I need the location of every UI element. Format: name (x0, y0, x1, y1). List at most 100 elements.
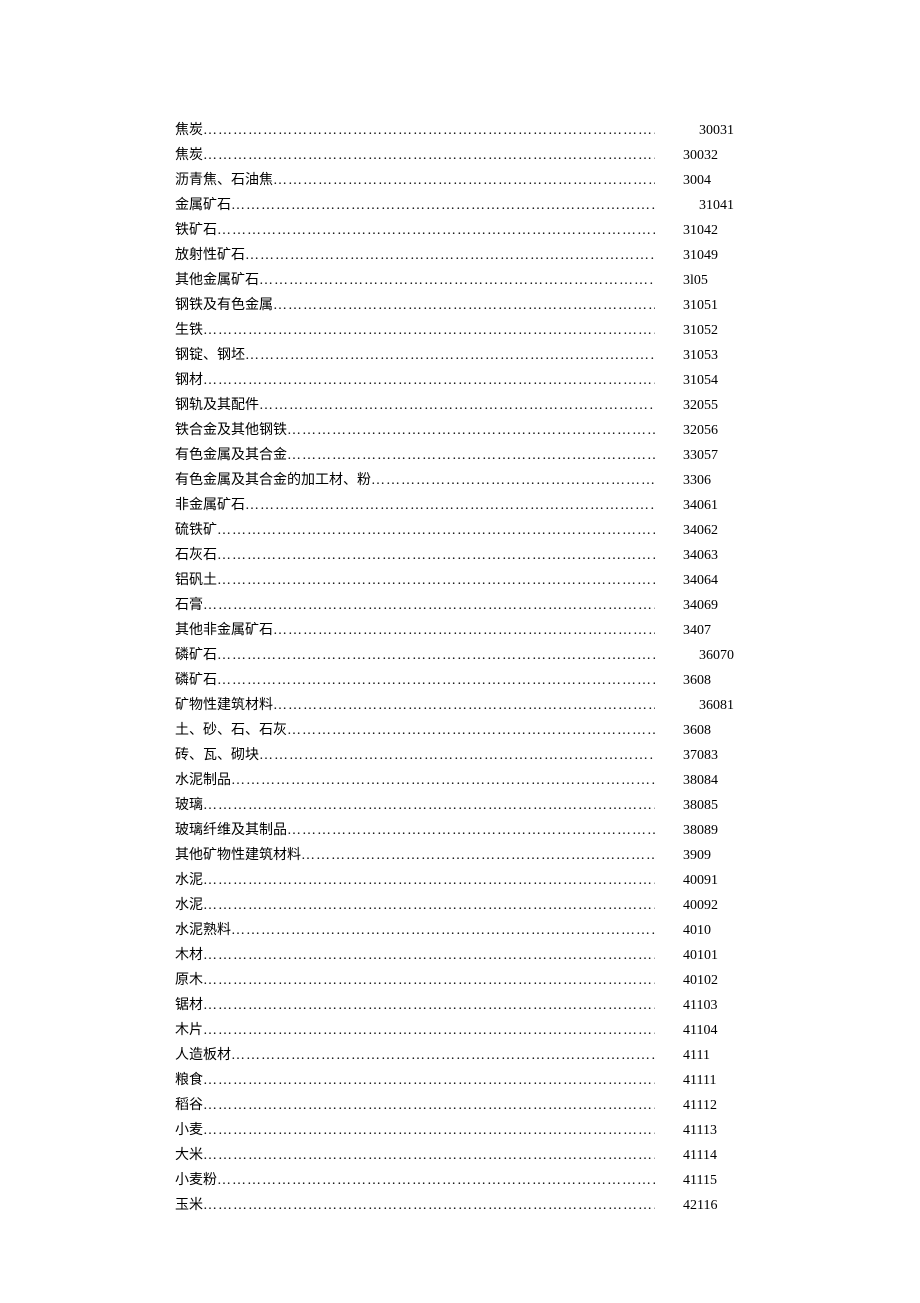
toc-dots (259, 743, 655, 768)
toc-code: 40091 (655, 868, 745, 893)
toc-label: 焦炭 (175, 118, 203, 143)
toc-label: 石膏 (175, 593, 203, 618)
toc-code: 40101 (655, 943, 745, 968)
toc-row: 水泥熟料4010 (175, 918, 745, 943)
toc-dots (231, 918, 655, 943)
toc-row: 土、砂、石、石灰3608 (175, 718, 745, 743)
toc-code: 34063 (655, 543, 745, 568)
toc-code: 30032 (655, 143, 745, 168)
toc-row: 水泥制品38084 (175, 768, 745, 793)
toc-dots (203, 1118, 655, 1143)
toc-dots (287, 718, 655, 743)
toc-row: 矿物性建筑材料36081 (175, 693, 745, 718)
toc-code: 36081 (655, 693, 745, 718)
toc-dots (287, 818, 655, 843)
toc-code: 3004 (655, 168, 745, 193)
toc-code: 40102 (655, 968, 745, 993)
toc-dots (203, 793, 655, 818)
toc-row: 原木 40102 (175, 968, 745, 993)
toc-row: 玻璃38085 (175, 793, 745, 818)
toc-row: 放射性矿石31049 (175, 243, 745, 268)
toc-row: 钢轨及其配件32055 (175, 393, 745, 418)
toc-row: 木片 41104 (175, 1018, 745, 1043)
toc-label: 磷矿石 (175, 668, 217, 693)
toc-label: 木片 (175, 1018, 203, 1043)
toc-label: 木材 (175, 943, 203, 968)
toc-code: 31041 (655, 193, 745, 218)
toc-row: 焦炭 30031 (175, 118, 745, 143)
toc-label: 非金属矿石 (175, 493, 245, 518)
toc-label: 砖、瓦、砌块 (175, 743, 259, 768)
toc-dots (245, 343, 655, 368)
toc-row: 有色金属及其合金33057 (175, 443, 745, 468)
toc-row: 非金属矿石34061 (175, 493, 745, 518)
toc-dots (217, 668, 655, 693)
toc-row: 稻谷41112 (175, 1093, 745, 1118)
toc-dots (203, 893, 655, 918)
toc-label: 其他非金属矿石 (175, 618, 273, 643)
toc-dots (287, 443, 655, 468)
toc-label: 其他金属矿石 (175, 268, 259, 293)
toc-dots (371, 468, 655, 493)
toc-dots (217, 568, 655, 593)
toc-dots (203, 1143, 655, 1168)
toc-label: 玉米 (175, 1193, 203, 1218)
toc-label: 放射性矿石 (175, 243, 245, 268)
toc-code: 3306 (655, 468, 745, 493)
toc-row: 钢锭、钢坯31053 (175, 343, 745, 368)
toc-dots (231, 193, 655, 218)
toc-dots (259, 393, 655, 418)
toc-label: 水泥熟料 (175, 918, 231, 943)
toc-code: 41114 (655, 1143, 745, 1168)
toc-dots (217, 1168, 655, 1193)
toc-label: 粮食 (175, 1068, 203, 1093)
toc-dots (203, 143, 655, 168)
toc-row: 石灰石 34063 (175, 543, 745, 568)
toc-dots (203, 118, 655, 143)
toc-code: 3l05 (655, 268, 745, 293)
toc-label: 硫铁矿 (175, 518, 217, 543)
toc-label: 大米 (175, 1143, 203, 1168)
toc-code: 41112 (655, 1093, 745, 1118)
toc-label: 原木 (175, 968, 203, 993)
toc-code: 30031 (655, 118, 745, 143)
toc-dots (287, 418, 655, 443)
toc-label: 铁合金及其他钢铁 (175, 418, 287, 443)
toc-row: 铝矾土34064 (175, 568, 745, 593)
toc-dots (273, 168, 655, 193)
toc-label: 钢锭、钢坯 (175, 343, 245, 368)
toc-dots (203, 943, 655, 968)
toc-dots (217, 518, 655, 543)
toc-code: 32055 (655, 393, 745, 418)
toc-dots (217, 218, 655, 243)
toc-dots (301, 843, 655, 868)
toc-dots (217, 643, 655, 668)
toc-row: 木材 40101 (175, 943, 745, 968)
toc-dots (203, 368, 655, 393)
toc-row: 大米 41114 (175, 1143, 745, 1168)
toc-row: 硫铁矿 34062 (175, 518, 745, 543)
toc-label: 磷矿石 (175, 643, 217, 668)
toc-code: 33057 (655, 443, 745, 468)
toc-row: 小麦粉41115 (175, 1168, 745, 1193)
toc-row: 石膏34069 (175, 593, 745, 618)
toc-label: 人造板材 (175, 1043, 231, 1068)
toc-row: 钢材31054 (175, 368, 745, 393)
toc-row: 其他非金属矿石3407 (175, 618, 745, 643)
toc-dots (245, 493, 655, 518)
toc-label: 石灰石 (175, 543, 217, 568)
toc-code: 41103 (655, 993, 745, 1018)
toc-row: 钢铁及有色金属31051 (175, 293, 745, 318)
toc-dots (273, 293, 655, 318)
toc-code: 3909 (655, 843, 745, 868)
toc-dots (245, 243, 655, 268)
toc-label: 玻璃 (175, 793, 203, 818)
toc-code: 31052 (655, 318, 745, 343)
toc-label: 铁矿石 (175, 218, 217, 243)
toc-code: 41104 (655, 1018, 745, 1043)
toc-code: 34062 (655, 518, 745, 543)
toc-code: 34064 (655, 568, 745, 593)
toc-code: 38084 (655, 768, 745, 793)
toc-row: 其他金属矿石 3l05 (175, 268, 745, 293)
toc-dots (203, 993, 655, 1018)
